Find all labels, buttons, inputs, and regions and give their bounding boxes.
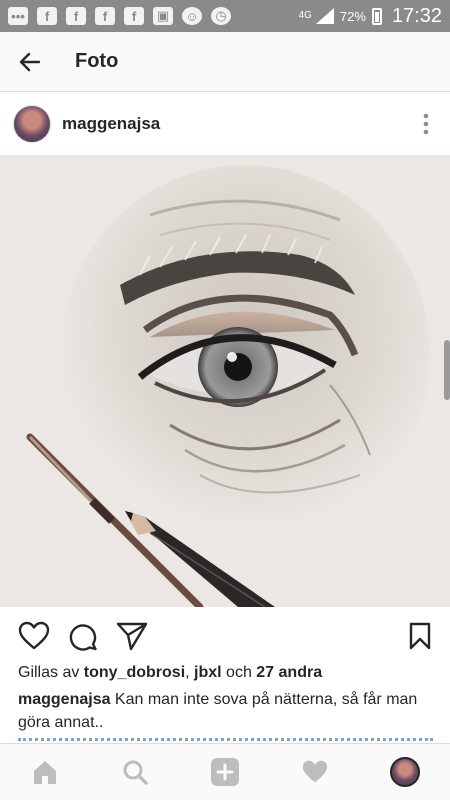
save-button[interactable] <box>402 618 438 654</box>
nav-profile[interactable] <box>383 750 427 794</box>
nav-home[interactable] <box>23 750 67 794</box>
nav-activity[interactable] <box>293 750 337 794</box>
accessibility-icon: ☺ <box>182 7 202 25</box>
battery-icon <box>371 7 382 25</box>
nav-search[interactable] <box>113 750 157 794</box>
like-button[interactable] <box>16 618 52 654</box>
battery-percent: 72% <box>339 8 366 24</box>
avatar[interactable] <box>13 105 51 143</box>
comment-icon <box>69 624 97 651</box>
liked-user-link[interactable]: tony_dobrosi <box>84 664 185 681</box>
liked-user-link[interactable]: jbxl <box>194 664 222 681</box>
activity-heart-icon <box>302 760 328 783</box>
post-header: maggenajsa <box>0 93 450 155</box>
gallery-icon: ▣ <box>153 7 173 25</box>
likes-line: Gillas av tony_dobrosi, jbxl och 27 andr… <box>18 664 322 682</box>
post-photo[interactable] <box>0 155 450 607</box>
likes-and: och <box>221 664 257 681</box>
scrollbar[interactable] <box>444 340 450 400</box>
facebook-icon: f <box>37 7 57 25</box>
more-vertical-icon <box>423 113 429 135</box>
profile-avatar <box>390 757 420 787</box>
likes-prefix: Gillas av <box>18 664 84 681</box>
likes-others-link[interactable]: 27 andra <box>256 664 322 681</box>
facebook-icon: f <box>66 7 86 25</box>
bottom-nav <box>0 743 450 800</box>
notification-icons: ••• f f f f ▣ ☺ ◷ <box>8 7 231 25</box>
share-icon <box>116 622 148 651</box>
eye-drawing-image <box>0 155 450 607</box>
message-icon: ••• <box>8 7 28 25</box>
home-icon <box>34 761 56 784</box>
system-status: 4G 72% 17:32 <box>299 5 442 28</box>
back-button[interactable] <box>0 32 60 92</box>
network-type: 4G <box>298 10 312 21</box>
alarm-icon: ◷ <box>211 7 231 25</box>
comment-button[interactable] <box>65 618 101 654</box>
add-icon <box>211 758 239 786</box>
page-title: Foto <box>75 50 119 72</box>
signal-icon <box>315 8 334 24</box>
post-username[interactable]: maggenajsa <box>62 114 160 134</box>
more-options-button[interactable] <box>406 104 446 144</box>
share-button[interactable] <box>114 618 150 654</box>
facebook-icon: f <box>124 7 144 25</box>
nav-add[interactable] <box>203 750 247 794</box>
arrow-left-icon <box>19 52 41 71</box>
clock: 17:32 <box>391 4 442 27</box>
hashtags-partial <box>18 735 433 743</box>
caption-username[interactable]: maggenajsa <box>18 691 110 708</box>
post-caption: maggenajsa Kan man inte sova på nätterna… <box>18 688 433 734</box>
app-bar: Foto <box>0 32 450 92</box>
likes-separator: , <box>185 664 195 681</box>
facebook-icon: f <box>95 7 115 25</box>
search-icon <box>123 760 148 785</box>
status-bar: ••• f f f f ▣ ☺ ◷ 4G 72% 17:32 <box>0 0 450 32</box>
heart-icon <box>18 621 50 650</box>
bookmark-icon <box>409 622 431 650</box>
post-actions <box>0 612 450 660</box>
